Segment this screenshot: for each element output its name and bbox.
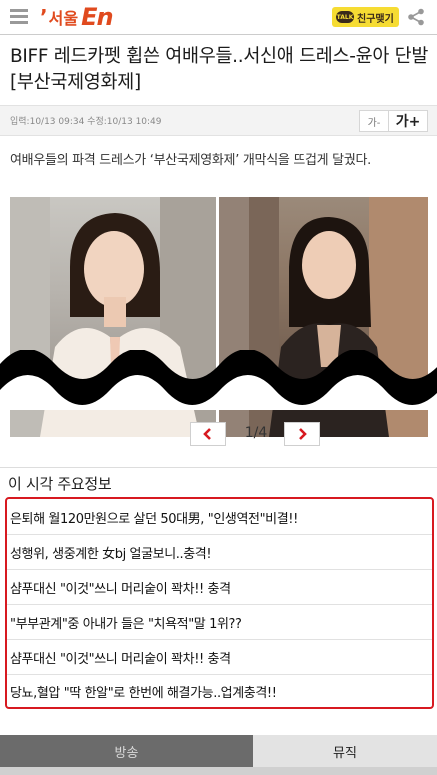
top-bar: ’ 서울 En TALK 친구맺기 — [0, 0, 437, 35]
article-dates: 입력:10/13 09:34 수정:10/13 10:49 — [10, 117, 162, 127]
article-lead: 여배우들의 파격 드레스가 ‘부산국제영화제’ 개막식을 뜨겁게 달궜다. — [10, 153, 371, 168]
kakao-talk-icon: TALK — [336, 11, 354, 23]
logo-brand: En — [81, 3, 114, 31]
list-item[interactable]: 당뇨,혈압 "딱 한알"로 한번에 해결가능..업계충격!! — [7, 673, 432, 708]
bottom-tabs: 방송 뮤직 — [0, 735, 437, 767]
tab-music[interactable]: 뮤직 — [253, 735, 437, 767]
share-icon[interactable] — [407, 8, 425, 26]
list-item[interactable]: 성행위, 생중계한 女bj 얼굴보니..충격! — [7, 534, 432, 570]
page: ’ 서울 En TALK 친구맺기 BIFF 레드카펫 휩쓴 여배우들..서신애… — [0, 0, 437, 775]
list-item-text[interactable]: 샴푸대신 "이것"쓰니 머리숱이 꽉차!! 충격 — [10, 648, 231, 667]
list-item-text[interactable]: "부부관계"중 아내가 들은 "치욕적"말 1위?? — [10, 613, 242, 632]
list-item-text[interactable]: 샴푸대신 "이것"쓰니 머리숱이 꽉차!! 충격 — [10, 578, 231, 597]
list-item[interactable]: 샴푸대신 "이것"쓰니 머리숱이 꽉차!! 충격 — [7, 569, 432, 605]
chevron-right-icon — [299, 428, 307, 440]
torn-edge-decoration — [0, 350, 437, 410]
list-item[interactable]: "부부관계"중 아내가 들은 "치욕적"말 1위?? — [7, 604, 432, 640]
next-photo-button[interactable] — [284, 422, 320, 446]
list-item-text[interactable]: 당뇨,혈압 "딱 한알"로 한번에 해결가능..업계충격!! — [10, 682, 277, 701]
photo-pager: 1/4 — [0, 422, 437, 446]
site-logo[interactable]: ’ 서울 En — [40, 3, 114, 31]
kakao-friend-button[interactable]: TALK 친구맺기 — [332, 7, 399, 27]
list-item-text[interactable]: 성행위, 생중계한 女bj 얼굴보니..충격! — [10, 543, 212, 562]
article-title: BIFF 레드카펫 휩쓴 여배우들..서신애 드레스-윤아 단발 [부산국제영화… — [10, 46, 429, 93]
list-item-text[interactable]: 은퇴해 월120만원으로 살던 50대男, "인생역전"비결!! — [10, 508, 298, 527]
font-larger-button[interactable]: 가+ — [388, 110, 428, 132]
now-info-list: 은퇴해 월120만원으로 살던 50대男, "인생역전"비결!! 성행위, 생중… — [5, 497, 434, 709]
menu-icon[interactable] — [10, 9, 28, 25]
now-info-header: 이 시각 주요정보 — [0, 467, 437, 496]
chevron-left-icon — [203, 428, 211, 440]
bottom-strip — [0, 767, 437, 775]
logo-prefix: ’ — [40, 5, 48, 29]
kakao-friend-label: 친구맺기 — [357, 13, 394, 25]
photo-counter: 1/4 — [244, 425, 268, 441]
font-smaller-button[interactable]: 가- — [359, 110, 389, 132]
list-item[interactable]: 샴푸대신 "이것"쓰니 머리숱이 꽉차!! 충격 — [7, 639, 432, 675]
logo-word: 서울 — [48, 9, 79, 28]
prev-photo-button[interactable] — [190, 422, 226, 446]
list-item[interactable]: 은퇴해 월120만원으로 살던 50대男, "인생역전"비결!! — [7, 499, 432, 535]
tab-broadcast[interactable]: 방송 — [0, 735, 253, 767]
now-info-heading: 이 시각 주요정보 — [8, 475, 112, 493]
article-meta: 입력:10/13 09:34 수정:10/13 10:49 가- 가+ — [0, 105, 437, 136]
